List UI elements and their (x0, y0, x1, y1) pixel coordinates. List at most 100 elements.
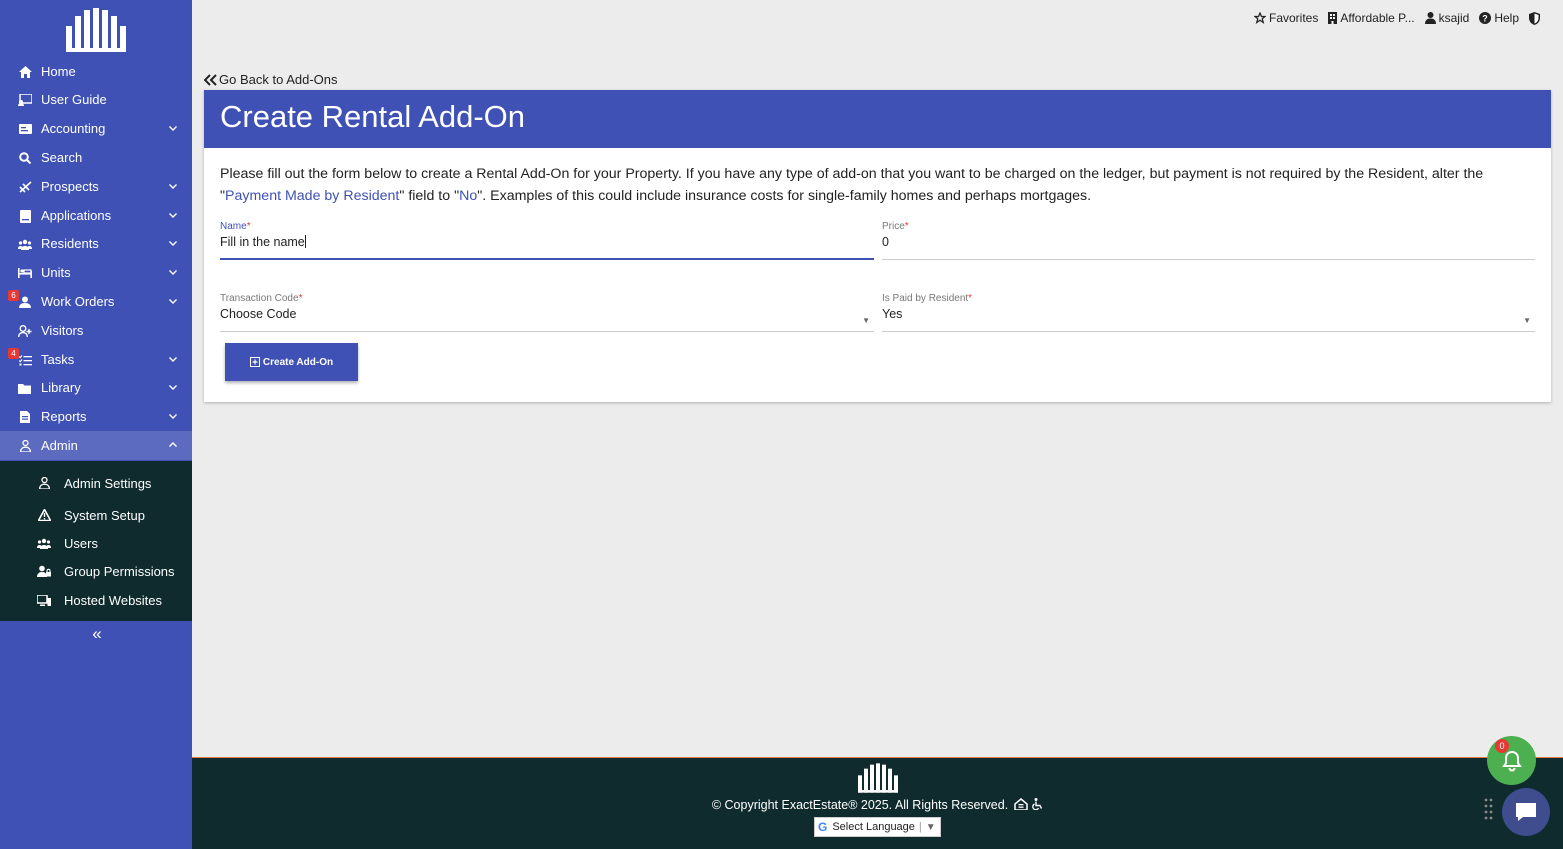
sidebar-item-label: Applications (41, 208, 112, 223)
footer: © Copyright ExactEstate® 2025. All Right… (192, 757, 1563, 849)
chevron-down-icon (169, 385, 177, 390)
security-button[interactable] (1529, 11, 1543, 25)
exactestate-logo[interactable] (64, 6, 128, 54)
chevron-down-icon (169, 126, 177, 131)
users-icon (37, 536, 51, 550)
sidebar-item-prospects[interactable]: Prospects (0, 172, 192, 201)
admin-submenu: Admin Settings System Setup Users Group Per… (0, 461, 192, 621)
help-link[interactable]: ? Help (1479, 11, 1519, 25)
price-label: Price* (882, 221, 909, 232)
sidebar-item-label: Residents (41, 236, 99, 251)
drag-handle-icon[interactable] (1484, 798, 1494, 824)
admin-settings-icon (37, 476, 51, 490)
favorites-link[interactable]: Favorites (1253, 11, 1318, 25)
chevron-down-icon (169, 414, 177, 419)
user-icon (1424, 12, 1436, 24)
dropdown-arrow-icon: ▼ (862, 316, 870, 325)
sidebar-item-label: Prospects (41, 179, 99, 194)
create-add-on-card: Create Rental Add-On Please fill out the… (204, 90, 1551, 402)
admin-icon (18, 439, 32, 453)
paid-by-resident-field[interactable]: Is Paid by Resident* Yes ▼ (882, 293, 1535, 332)
tasks-icon (18, 353, 32, 367)
chevron-down-icon (169, 357, 177, 362)
name-input[interactable]: Fill in the name (220, 235, 874, 255)
paid-by-resident-label: Is Paid by Resident* (882, 293, 973, 304)
price-field[interactable]: Price* 0 (882, 221, 1535, 260)
sidebar-item-accounting[interactable]: Accounting (0, 114, 192, 143)
sidebar-item-applications[interactable]: Applications (0, 201, 192, 230)
chevron-up-icon (169, 442, 177, 447)
intro-text-part3: ". Examples of this could include insura… (477, 188, 1092, 204)
footer-logo (858, 763, 898, 793)
chevron-down-icon (169, 241, 177, 246)
chevron-down-icon (169, 213, 177, 218)
help-label: Help (1494, 11, 1519, 25)
sidebar-item-user-guide[interactable]: User Guide (0, 85, 192, 114)
price-input[interactable]: 0 (882, 235, 1535, 255)
chevron-down-icon (169, 299, 177, 304)
reports-icon (18, 410, 32, 424)
submenu-item-group-permissions[interactable]: Group Permissions (0, 557, 192, 585)
transaction-code-select[interactable]: Choose Code (220, 307, 874, 327)
language-label: Select Language (832, 821, 915, 833)
sidebar-item-residents[interactable]: Residents (0, 229, 192, 258)
accessibility-icon (1032, 798, 1043, 811)
sidebar-item-search[interactable]: Search (0, 143, 192, 172)
building-icon (1328, 12, 1338, 24)
search-icon (18, 151, 32, 165)
paid-by-resident-select[interactable]: Yes (882, 307, 1535, 327)
question-circle-icon: ? (1479, 12, 1492, 24)
name-field[interactable]: Name* Fill in the name (220, 221, 874, 260)
submenu-item-admin-settings[interactable]: Admin Settings (0, 469, 192, 497)
sidebar-item-units[interactable]: Units (0, 258, 192, 287)
property-label: Affordable P... (1340, 11, 1415, 25)
sidebar-item-work-orders[interactable]: Work Orders 6 (0, 287, 192, 316)
shield-icon (1529, 11, 1540, 25)
work-orders-icon (18, 295, 32, 309)
chat-button[interactable] (1502, 788, 1550, 836)
top-bar: Favorites Affordable P... ksajid ? Help (1244, 11, 1543, 25)
sidebar-item-label: Work Orders (41, 294, 115, 309)
bell-icon (1501, 750, 1522, 771)
submenu-item-label: Hosted Websites (64, 593, 163, 608)
sidebar-item-reports[interactable]: Reports (0, 402, 192, 431)
equal-housing-icon (1013, 798, 1028, 811)
user-guide-icon (18, 93, 32, 107)
sidebar-item-label: Library (41, 380, 81, 395)
language-selector[interactable]: G Select Language | ▼ (814, 817, 941, 837)
accounting-icon (18, 122, 32, 136)
page-title: Create Rental Add-On (204, 90, 1551, 148)
google-icon: G (818, 820, 828, 834)
back-to-add-ons-link[interactable]: Go Back to Add-Ons (204, 72, 338, 87)
double-chevron-left-icon (204, 73, 217, 86)
collapse-sidebar-button[interactable]: « (86, 624, 108, 644)
copyright-text: © Copyright ExactEstate® 2025. All Right… (192, 798, 1563, 812)
sidebar-item-home[interactable]: Home (0, 57, 192, 86)
sidebar-item-visitors[interactable]: Visitors (0, 316, 192, 345)
submenu-item-system-setup[interactable]: System Setup (0, 501, 192, 529)
name-label: Name* (220, 221, 251, 232)
submenu-item-users[interactable]: Users (0, 529, 192, 557)
submenu-item-hosted-websites[interactable]: Hosted Websites (0, 586, 192, 614)
sidebar-item-tasks[interactable]: Tasks 4 (0, 345, 192, 374)
sidebar-item-label: Accounting (41, 121, 106, 136)
submenu-item-label: Group Permissions (64, 564, 175, 579)
residents-icon (18, 237, 32, 251)
sidebar-item-label: Home (41, 64, 76, 79)
sidebar-item-label: Tasks (41, 352, 75, 367)
count-badge: 4 (8, 348, 19, 359)
sidebar-item-admin[interactable]: Admin (0, 431, 192, 460)
folder-icon (18, 381, 32, 395)
sidebar: Home User Guide Accounting Search Prospects A… (0, 0, 192, 849)
user-menu[interactable]: ksajid (1424, 11, 1469, 25)
create-add-on-button[interactable]: Create Add-On (225, 343, 358, 381)
sidebar-item-label: Units (41, 265, 71, 280)
intro-text: Please fill out the form below to create… (220, 163, 1520, 207)
prospects-icon (18, 180, 32, 194)
property-selector[interactable]: Affordable P... (1328, 11, 1415, 25)
home-icon (18, 65, 32, 79)
sidebar-item-label: Visitors (41, 323, 84, 338)
sidebar-item-library[interactable]: Library (0, 373, 192, 402)
sidebar-item-label: Search (41, 150, 83, 165)
transaction-code-field[interactable]: Transaction Code* Choose Code ▼ (220, 293, 874, 332)
